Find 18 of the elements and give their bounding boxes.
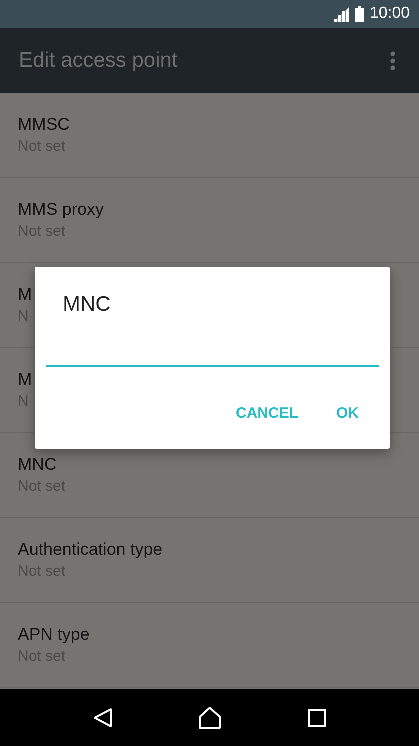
dialog-title: MNC [63, 293, 111, 317]
back-icon[interactable] [92, 708, 113, 728]
battery-icon [354, 6, 364, 22]
dialog-button[interactable]: CANCEL [221, 397, 314, 430]
more-options-icon[interactable] [390, 50, 396, 70]
recent-apps-icon[interactable] [308, 708, 326, 726]
setting-title[interactable]: M [18, 285, 32, 305]
setting-title[interactable]: MMS proxy [18, 200, 104, 220]
setting-title[interactable]: M [18, 370, 32, 390]
signal-icon [334, 6, 349, 22]
setting-title[interactable]: APN type [18, 625, 90, 645]
screen-title: Edit access point [19, 48, 178, 72]
setting-title[interactable]: Authentication type [18, 540, 163, 560]
setting-title[interactable]: MNC [18, 455, 57, 475]
setting-title[interactable]: MMSC [18, 115, 70, 135]
home-icon[interactable] [198, 706, 222, 728]
clock: 10:00 [370, 5, 410, 23]
dialog-button[interactable]: OK [322, 397, 374, 430]
